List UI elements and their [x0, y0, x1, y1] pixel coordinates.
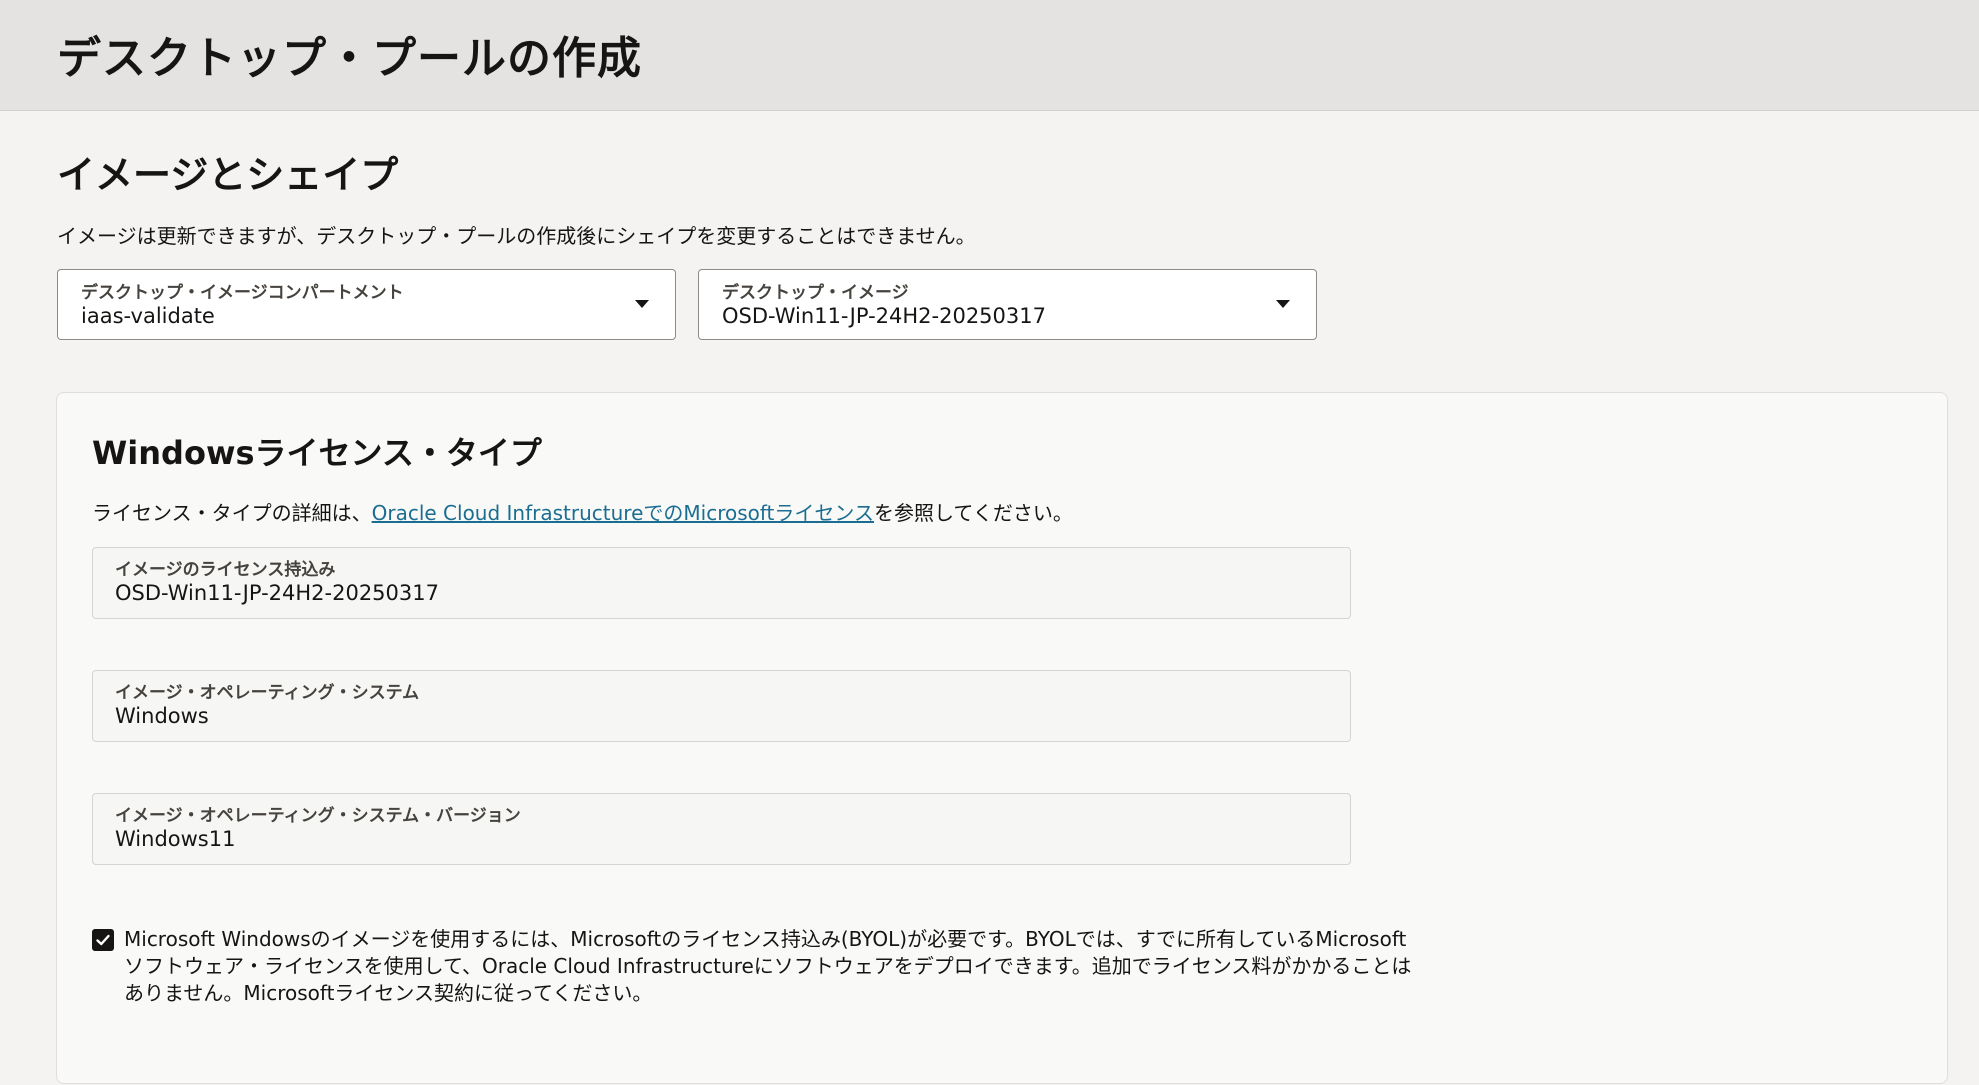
desktop-image-select[interactable]: デスクトップ・イメージ OSD-Win11-JP-24H2-20250317 — [698, 269, 1317, 340]
image-shape-section-title: イメージとシェイプ — [57, 153, 399, 197]
license-description: ライセンス・タイプの詳細は、Oracle Cloud Infrastructur… — [92, 497, 1073, 526]
image-os-value: Windows — [115, 704, 209, 728]
page-title: デスクトップ・プールの作成 — [57, 33, 642, 84]
license-section-title: Windowsライセンス・タイプ — [92, 434, 542, 472]
chevron-down-icon[interactable] — [1276, 300, 1290, 308]
compartment-select-value: iaas-validate — [81, 304, 215, 328]
microsoft-licensing-link[interactable]: Oracle Cloud InfrastructureでのMicrosoftライ… — [372, 501, 874, 525]
license-desc-suffix: を参照してください。 — [874, 501, 1073, 525]
image-shape-description: イメージは更新できますが、デスクトップ・プールの作成後にシェイプを変更することは… — [57, 224, 976, 248]
page-header: デスクトップ・プールの作成 — [0, 0, 1979, 111]
license-desc-prefix: ライセンス・タイプの詳細は、 — [92, 501, 372, 525]
image-select-label: デスクトップ・イメージ — [722, 283, 909, 303]
byol-checkbox-label: Microsoft Windowsのイメージを使用するには、Microsoftの… — [124, 927, 1412, 1005]
image-select-value: OSD-Win11-JP-24H2-20250317 — [722, 304, 1046, 328]
image-os-label: イメージ・オペレーティング・システム — [115, 683, 420, 703]
image-os-version-value: Windows11 — [115, 827, 236, 851]
compartment-select-label: デスクトップ・イメージコンパートメント — [81, 283, 404, 303]
byol-checkbox[interactable] — [92, 929, 114, 951]
image-os-version-label: イメージ・オペレーティング・システム・バージョン — [115, 806, 521, 826]
image-os-field: イメージ・オペレーティング・システム Windows — [92, 670, 1351, 742]
windows-license-card: Windowsライセンス・タイプ ライセンス・タイプの詳細は、Oracle Cl… — [56, 392, 1948, 1084]
checkmark-icon — [96, 934, 110, 946]
image-byol-value: OSD-Win11-JP-24H2-20250317 — [115, 581, 439, 605]
image-os-version-field: イメージ・オペレーティング・システム・バージョン Windows11 — [92, 793, 1351, 865]
image-byol-field: イメージのライセンス持込み OSD-Win11-JP-24H2-20250317 — [92, 547, 1351, 619]
chevron-down-icon[interactable] — [635, 300, 649, 308]
desktop-image-compartment-select[interactable]: デスクトップ・イメージコンパートメント iaas-validate — [57, 269, 676, 340]
image-byol-label: イメージのライセンス持込み — [115, 560, 336, 580]
